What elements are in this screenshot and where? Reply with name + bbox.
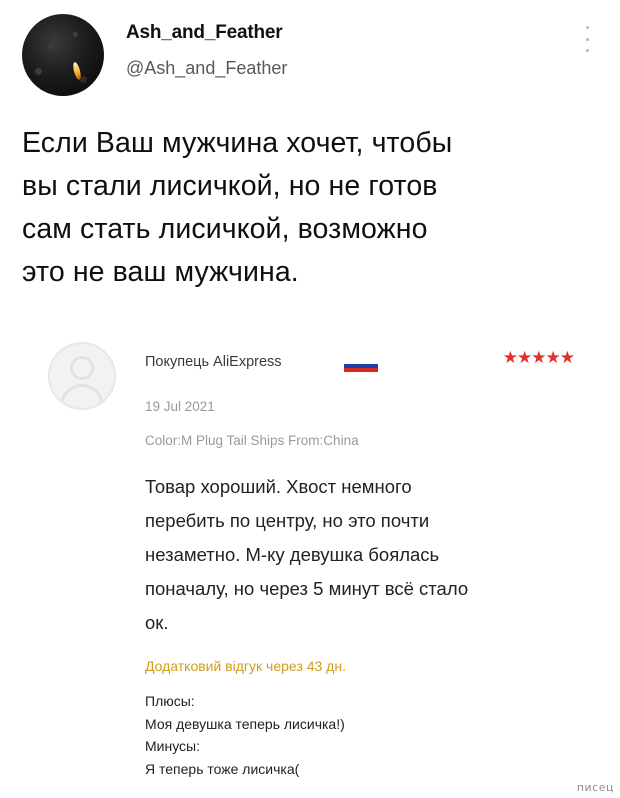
review-body: Товар хороший. Хвост немного перебить по… xyxy=(145,470,565,640)
avatar-head xyxy=(70,356,94,380)
additional-line: Я теперь тоже лисичка( xyxy=(145,760,300,777)
more-dot xyxy=(585,37,589,41)
tweet-text-line: вы стали лисичкой, но не готов xyxy=(22,170,438,202)
tweet-text: Если Ваш мужчина хочет, чтобы вы стали л… xyxy=(22,122,602,294)
additional-review-body: Плюсы: Моя девушка теперь лисичка!) Мину… xyxy=(145,690,565,780)
flag-icon xyxy=(344,360,378,372)
review-screenshot: Покупець AliExpress ★★★★★ 19 Jul 2021 Co… xyxy=(42,336,602,777)
user-handle[interactable]: @Ash_and_Feather xyxy=(126,58,287,79)
rating-stars: ★★★★★ xyxy=(502,348,575,367)
more-dot xyxy=(585,49,589,52)
additional-line: Плюсы: xyxy=(145,693,195,709)
avatar-body xyxy=(60,384,104,408)
more-vertical-icon[interactable] xyxy=(582,26,592,52)
more-dot xyxy=(585,26,589,29)
review-line: поначалу, но через 5 минут всё стало xyxy=(145,578,469,599)
additional-line: Моя девушка теперь лисичка!) xyxy=(145,715,345,732)
flag-stripe xyxy=(344,368,378,372)
reviewer-name: Покупець AliExpress xyxy=(145,354,282,370)
avatar-texture xyxy=(22,14,104,96)
review-line: ок. xyxy=(145,612,169,633)
watermark: писец xyxy=(576,781,614,794)
review-line: незаметно. М-ку девушка боялась xyxy=(145,544,440,565)
review-date: 19 Jul 2021 xyxy=(145,399,215,414)
review-line: перебить по центру, но это почти xyxy=(145,510,430,531)
additional-line: Минусы: xyxy=(145,738,201,754)
reviewer-avatar-icon xyxy=(48,342,116,410)
tweet-text-line: Если Ваш мужчина хочет, чтобы xyxy=(22,127,453,159)
display-name[interactable]: Ash_and_Feather xyxy=(126,22,283,44)
tweet-header: Ash_and_Feather @Ash_and_Feather xyxy=(22,14,598,96)
tweet-text-line: сам стать лисичкой, возможно xyxy=(22,213,428,245)
user-avatar[interactable] xyxy=(22,14,104,96)
additional-review-title: Додатковий відгук через 43 дн. xyxy=(145,658,346,674)
review-sku: Color:M Plug Tail Ships From:China xyxy=(145,433,359,448)
tweet-text-line: это не ваш мужчина. xyxy=(22,256,299,288)
review-line: Товар хороший. Хвост немного xyxy=(145,476,412,497)
